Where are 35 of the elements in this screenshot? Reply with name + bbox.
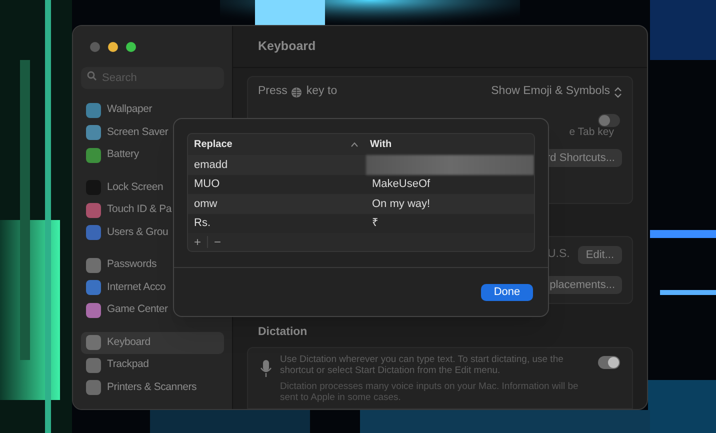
sidebar-item[interactable]: Trackpad bbox=[81, 354, 224, 376]
window-title: Keyboard bbox=[258, 38, 316, 56]
table-cell-text: On my way! bbox=[371, 196, 432, 212]
minimize-button[interactable] bbox=[108, 42, 118, 52]
table-cell-text: MUO bbox=[193, 177, 221, 192]
zoom-button[interactable] bbox=[126, 42, 136, 52]
row-label: Press bbox=[258, 84, 288, 100]
section-title: Dictation bbox=[258, 325, 308, 340]
table-cell-text: ₹ bbox=[371, 216, 379, 231]
table-row[interactable]: emadd bbox=[188, 155, 534, 174]
sidebar-item[interactable]: Wallpaper bbox=[81, 99, 224, 122]
popup-button[interactable]: Show Emoji & Symbols bbox=[491, 83, 622, 101]
globe-icon bbox=[291, 86, 302, 98]
column-header[interactable]: With bbox=[366, 134, 534, 155]
sidebar-item[interactable]: Keyboard bbox=[81, 332, 224, 354]
sidebar-item[interactable]: Printers & Scanners bbox=[81, 376, 224, 399]
done-button[interactable]: Done bbox=[481, 284, 533, 301]
table-row[interactable]: omw On my way! bbox=[188, 194, 534, 214]
search-icon bbox=[87, 71, 97, 81]
sort-caret-icon bbox=[351, 142, 358, 147]
dictation-description: Use Dictation wherever you can type text. To start dictating, use the shortcut or select Start Dictation from the Edit menu. bbox=[280, 354, 564, 376]
row-label: key to bbox=[306, 84, 338, 100]
chevron-updown-icon bbox=[614, 86, 622, 98]
toggle-switch[interactable] bbox=[598, 356, 620, 370]
toggle-switch[interactable] bbox=[598, 114, 620, 127]
column-header[interactable]: Replace bbox=[188, 134, 366, 155]
remove-button[interactable]: − bbox=[208, 236, 228, 248]
add-button[interactable]: + bbox=[188, 236, 208, 248]
table-cell-text: MakeUseOf bbox=[371, 177, 432, 192]
table-cell-text: omw bbox=[193, 196, 218, 212]
table-cell-text: Rs. bbox=[193, 216, 212, 231]
table-cell-text: emadd bbox=[193, 158, 229, 172]
microphone-icon bbox=[260, 360, 272, 378]
edit-button[interactable]: Edit... bbox=[578, 246, 622, 264]
row-description: e Tab key bbox=[569, 124, 615, 140]
